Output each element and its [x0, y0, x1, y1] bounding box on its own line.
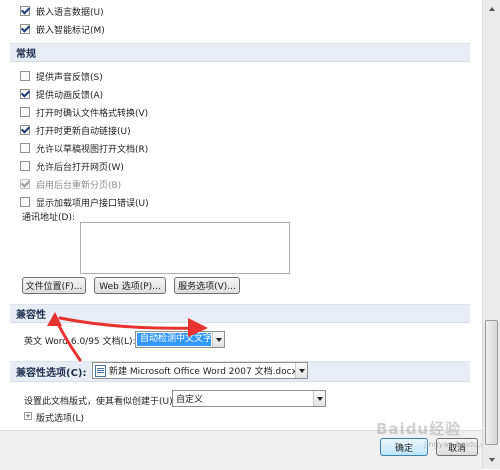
checkbox-box[interactable]	[20, 24, 30, 34]
checkbox-box[interactable]	[20, 6, 30, 16]
mailing-address-label: 通讯地址(D):	[22, 213, 75, 223]
layout-created-in-value: 自定义	[176, 395, 204, 405]
web-options-button[interactable]: Web 选项(P)...	[94, 277, 166, 294]
checkbox-box[interactable]	[20, 197, 30, 207]
checkbox-confirm-format-conversion[interactable]: 打开时确认文件格式转换(V)	[20, 105, 148, 119]
mailing-address-textarea[interactable]	[80, 222, 290, 274]
word6-dropdown-value: 自动检测中文文字	[137, 333, 211, 346]
checkbox-label: 嵌入语言数据(U)	[36, 7, 104, 18]
plus-expander-icon[interactable]: +	[24, 412, 32, 420]
checkbox-open-in-draft-view[interactable]: 允许以草稿视图打开文档(R)	[20, 141, 148, 155]
layout-created-in-label: 设置此文档版式，使其看似创建于(U):	[24, 397, 176, 407]
chevron-down-icon[interactable]	[295, 363, 307, 378]
file-locations-button[interactable]: 文件位置(F)...	[22, 277, 86, 294]
checkbox-background-repagination: 启用后台重新分页(B)	[20, 177, 121, 191]
chevron-down-icon[interactable]	[212, 332, 224, 347]
checkbox-box[interactable]	[20, 71, 30, 81]
checkbox-box	[20, 179, 30, 189]
checkbox-background-open-web-pages[interactable]: 允许后台打开网页(W)	[20, 159, 124, 173]
checkbox-embed-language-data[interactable]: 嵌入语言数据(U)	[20, 4, 104, 18]
checkbox-label: 提供动画反馈(A)	[36, 90, 104, 101]
checkbox-show-addin-ui-errors[interactable]: 显示加载项用户接口错误(U)	[20, 195, 149, 209]
compat-document-dropdown[interactable]: 新建 Microsoft Office Word 2007 文档.docx	[92, 362, 308, 379]
checkbox-box[interactable]	[20, 107, 30, 117]
checkbox-label: 启用后台重新分页(B)	[36, 180, 122, 191]
options-panel: 嵌入语言数据(U) 嵌入智能标记(M) 常规 提供声音反馈(S) 提供动画反馈(…	[0, 0, 498, 470]
checkbox-label: 允许后台打开网页(W)	[36, 162, 124, 173]
service-options-button[interactable]: 服务选项(V)...	[174, 277, 240, 294]
checkbox-label: 打开时确认文件格式转换(V)	[36, 108, 149, 119]
checkbox-box[interactable]	[20, 125, 30, 135]
checkbox-label: 打开时更新自动链接(U)	[36, 126, 131, 137]
compat-options-label: 兼容性选项(C):	[16, 368, 87, 379]
baidu-watermark: Baidu经验	[376, 420, 462, 438]
scroll-up-icon[interactable]	[484, 1, 499, 17]
checkbox-box[interactable]	[20, 89, 30, 99]
word-document-icon	[95, 364, 106, 377]
layout-options-label[interactable]: 版式选项(L)	[36, 411, 84, 424]
checkbox-animation-feedback[interactable]: 提供动画反馈(A)	[20, 87, 103, 101]
checkbox-box[interactable]	[20, 143, 30, 153]
compat-document-value: 新建 Microsoft Office Word 2007 文档.docx	[109, 367, 295, 377]
checkbox-label: 提供声音反馈(S)	[36, 72, 103, 83]
section-header-general: 常规	[10, 43, 470, 62]
scrollbar-thumb[interactable]	[485, 320, 498, 445]
vertical-scrollbar[interactable]	[482, 0, 500, 469]
checkbox-update-automatic-links[interactable]: 打开时更新自动链接(U)	[20, 123, 131, 137]
checkbox-label: 显示加载项用户接口错误(U)	[36, 198, 149, 209]
word6-label: 英文 Word 6.0/95 文档(L):	[24, 337, 136, 347]
chevron-down-icon[interactable]	[313, 391, 325, 406]
checkbox-embed-smart-tags[interactable]: 嵌入智能标记(M)	[20, 22, 105, 36]
checkbox-sound-feedback[interactable]: 提供声音反馈(S)	[20, 69, 103, 83]
section-header-compatibility: 兼容性	[10, 304, 470, 323]
checkbox-label: 嵌入智能标记(M)	[36, 25, 105, 36]
ok-button[interactable]: 确定	[380, 438, 428, 456]
checkbox-label: 允许以草稿视图打开文档(R)	[36, 144, 149, 155]
word6-dropdown[interactable]: 自动检测中文文字	[135, 331, 225, 348]
checkbox-box[interactable]	[20, 161, 30, 171]
layout-created-in-dropdown[interactable]: 自定义	[172, 390, 326, 407]
scroll-down-icon[interactable]	[484, 452, 499, 468]
